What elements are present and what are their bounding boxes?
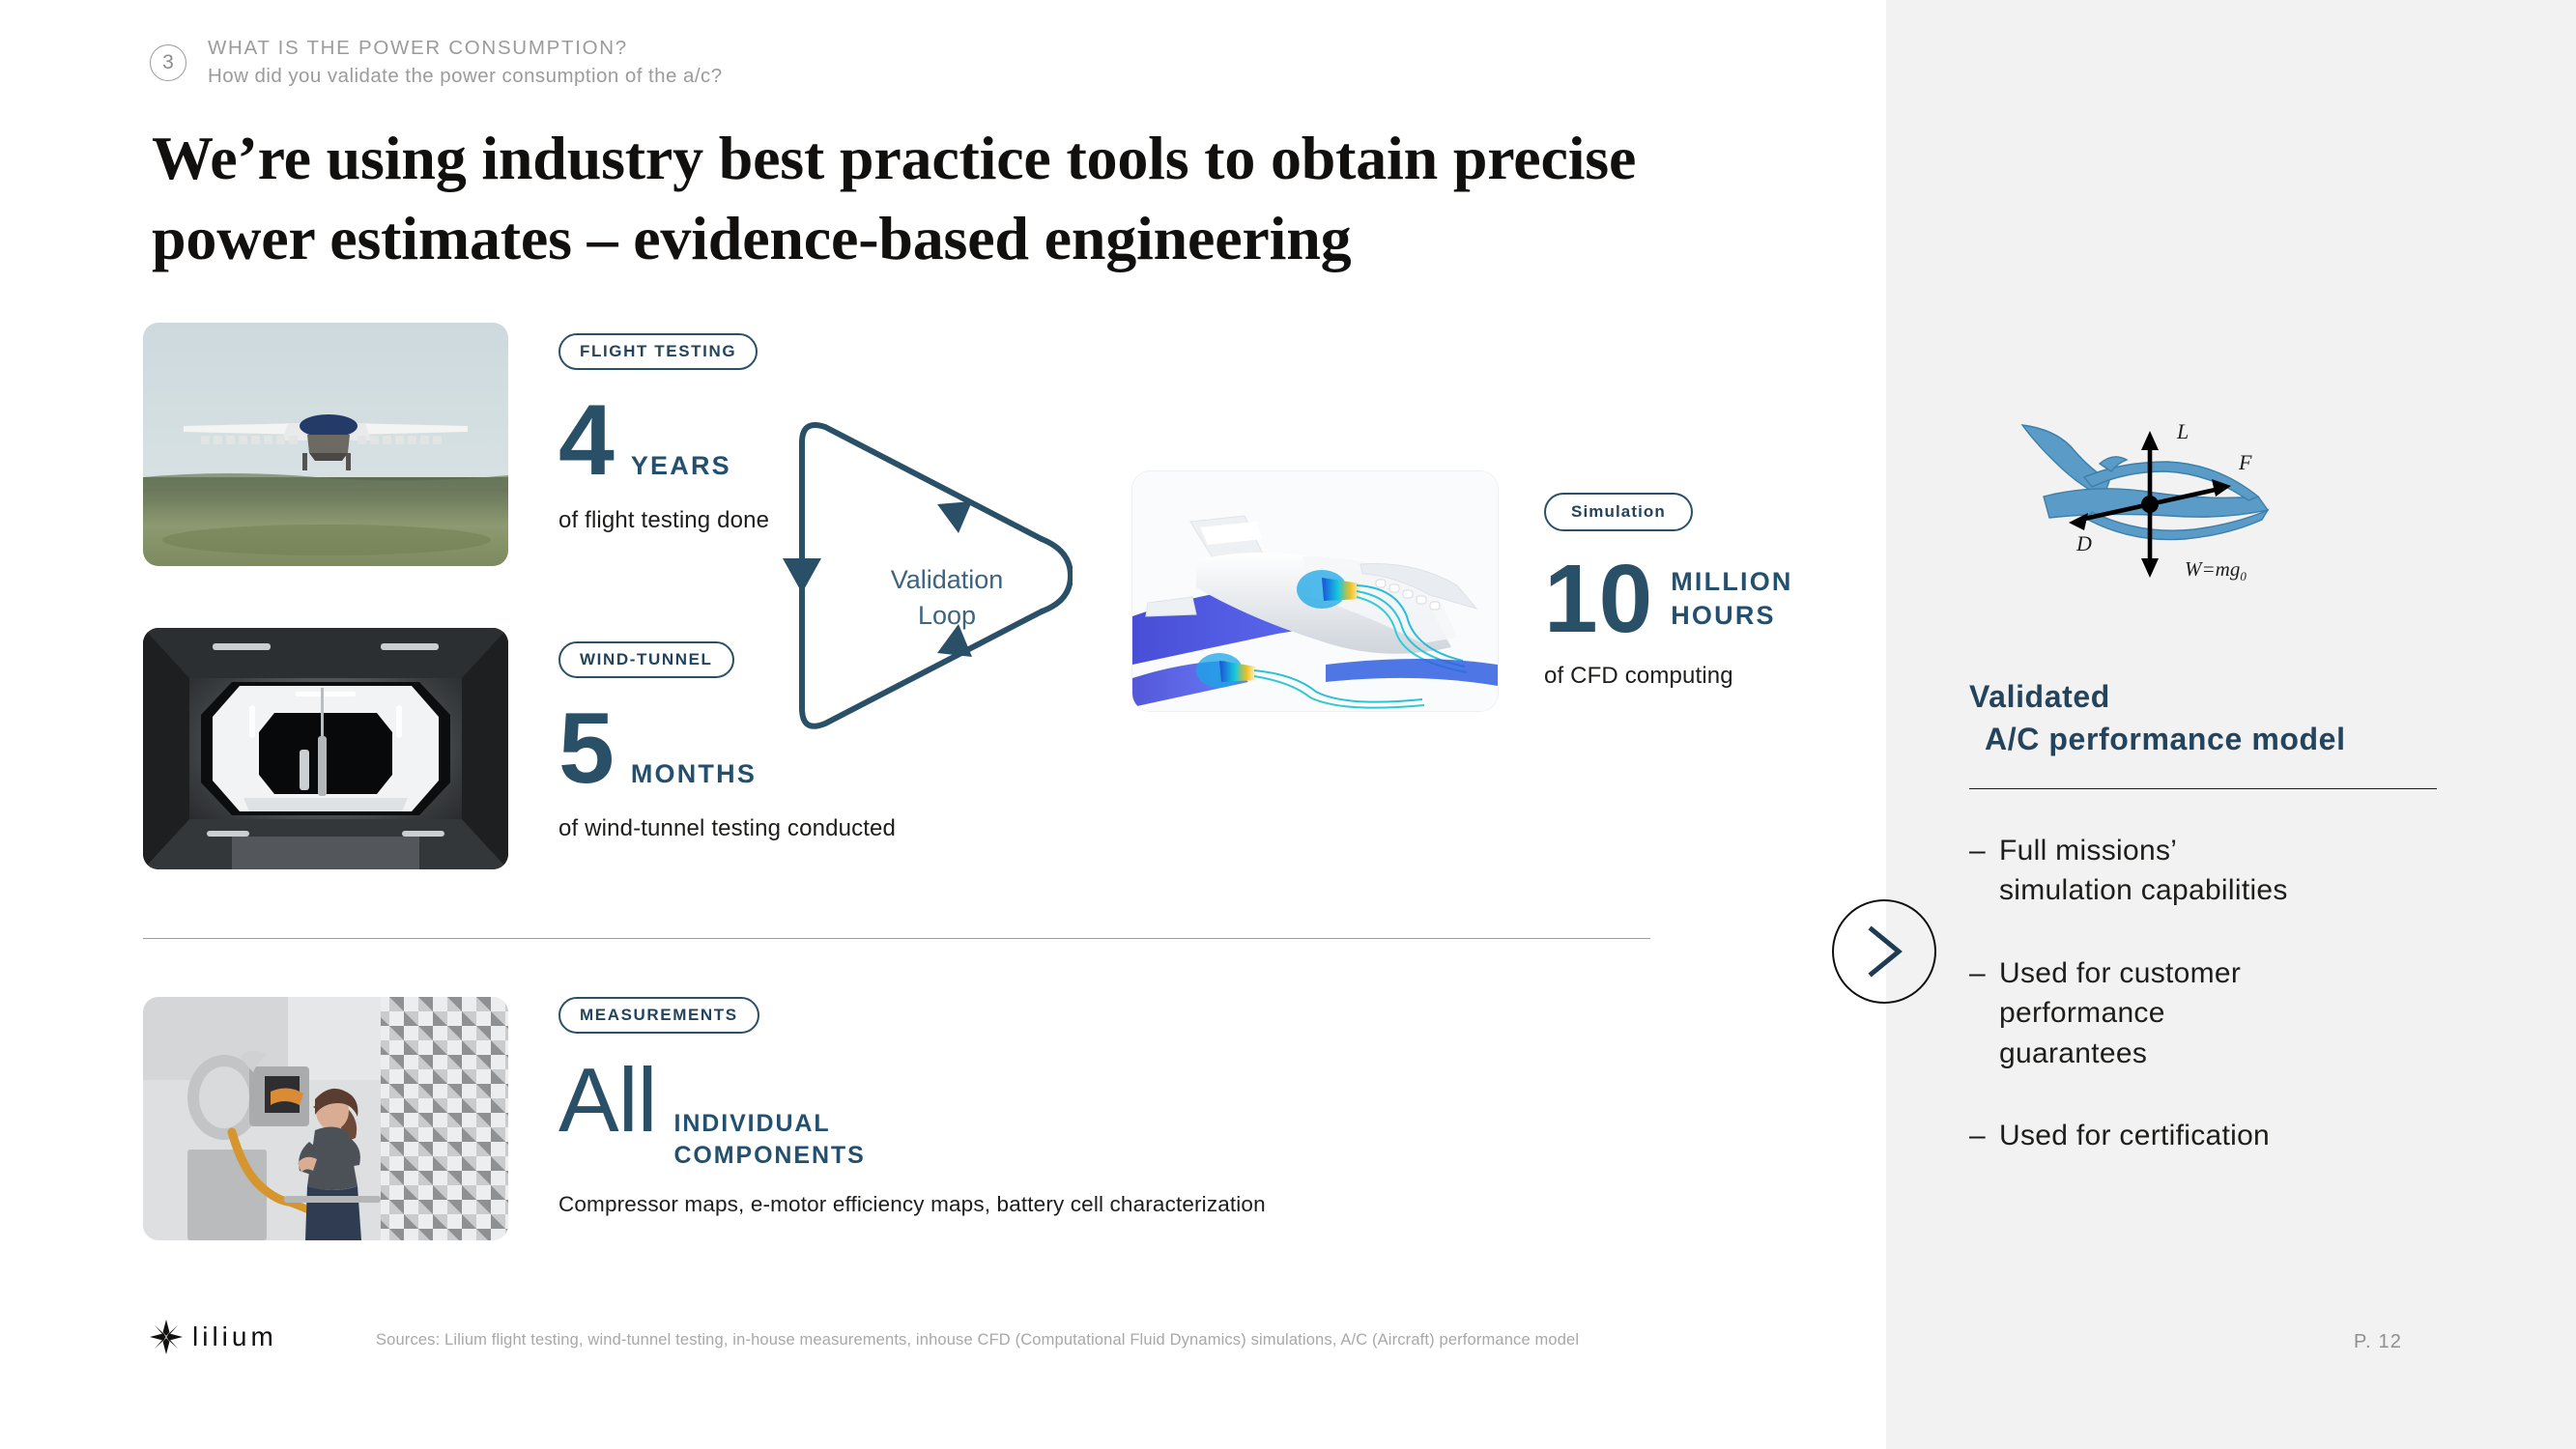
stat-unit: MILLION HOURS (1671, 566, 1793, 630)
stat-unit: INDIVIDUAL COMPONENTS (673, 1110, 866, 1169)
stat-description: of CFD computing (1544, 663, 1733, 689)
panel-heading-line-2: A/C performance model (1985, 721, 2346, 756)
panel-bullet-list: – Full missions’ simulation capabilities… (1969, 831, 2510, 1198)
force-label-drag: D (2075, 531, 2092, 555)
bullet-text: Full missions’ simulation capabilities (1999, 835, 2288, 907)
panel-heading-rule (1969, 788, 2437, 789)
section-number-badge: 3 (150, 43, 186, 81)
stat-value-row: 10 MILLION HOURS (1544, 545, 1793, 653)
force-label-weight: W=mg0 (2185, 557, 2247, 583)
bullet-text: Used for certification (1999, 1119, 2271, 1151)
stat-flight-testing: FLIGHT TESTING 4 YEARS of flight testing… (558, 333, 769, 536)
slide-canvas: 3 WHAT IS THE POWER CONSUMPTION? How did… (0, 0, 2576, 1449)
question-subtitle: How did you validate the power consumpti… (208, 65, 723, 87)
section-question-header: 3 WHAT IS THE POWER CONSUMPTION? How did… (150, 37, 723, 88)
stat-badge-measurements: MEASUREMENTS (558, 997, 759, 1034)
measurements-photo (143, 997, 508, 1240)
question-title: WHAT IS THE POWER CONSUMPTION? (208, 37, 628, 59)
list-item: – Used for certification (1969, 1116, 2510, 1155)
stat-simulation: Simulation 10 MILLION HOURS of CFD compu… (1544, 493, 1793, 692)
stat-number: All (558, 1049, 657, 1151)
sources-note: Sources: Lilium flight testing, wind-tun… (376, 1331, 1580, 1349)
stat-number: 4 (558, 384, 615, 497)
section-divider (143, 938, 1650, 939)
stat-value-row: 4 YEARS (558, 384, 769, 497)
bullet-text: Used for customer performance guarantees (1999, 956, 2242, 1069)
bullet-dash-icon: – (1969, 835, 1986, 867)
stat-description: of wind-tunnel testing conducted (558, 814, 897, 841)
stat-badge-wind-tunnel: WIND-TUNNEL (558, 641, 734, 678)
page-number: P. 12 (2354, 1331, 2403, 1352)
page-title: We’re using industry best practice tools… (152, 124, 1637, 273)
list-item: – Used for customer performance guarante… (1969, 953, 2510, 1073)
panel-heading: Validated A/C performance model (1969, 676, 2510, 761)
stat-number: 5 (558, 693, 615, 805)
stat-badge-simulation: Simulation (1544, 493, 1693, 531)
stat-badge-flight-testing: FLIGHT TESTING (558, 333, 758, 370)
wind-tunnel-photo (143, 628, 508, 869)
bullet-dash-icon: – (1969, 1119, 1986, 1151)
stat-description: Compressor maps, e-motor efficiency maps… (558, 1192, 1266, 1216)
lilium-wordmark: lilium (192, 1321, 277, 1351)
section-question-text: WHAT IS THE POWER CONSUMPTION? How did y… (208, 37, 723, 88)
stat-unit: MONTHS (630, 759, 758, 788)
validation-loop-label: Validation Loop (890, 565, 1004, 630)
list-item: – Full missions’ simulation capabilities (1969, 831, 2510, 911)
stat-measurements: MEASUREMENTS All INDIVIDUAL COMPONENTS C… (558, 997, 1266, 1219)
lilium-mark-icon (150, 1320, 183, 1354)
chevron-right-icon (1868, 925, 1903, 978)
stat-number: 10 (1544, 545, 1654, 653)
cfd-simulation-image (1132, 471, 1498, 711)
aircraft-force-diagram: L F D W=mg0 (1995, 404, 2275, 597)
stat-unit: YEARS (630, 451, 731, 480)
force-label-lift: L (2176, 419, 2189, 443)
stat-value-row: All INDIVIDUAL COMPONENTS (558, 1049, 1266, 1172)
force-label-thrust: F (2238, 450, 2252, 474)
panel-heading-line-1: Validated (1969, 679, 2110, 714)
flight-testing-photo (143, 323, 508, 566)
lilium-logo: lilium (150, 1320, 277, 1354)
bullet-dash-icon: – (1969, 956, 1986, 989)
stat-description: of flight testing done (558, 506, 770, 533)
next-slide-button[interactable] (1832, 899, 1936, 1004)
